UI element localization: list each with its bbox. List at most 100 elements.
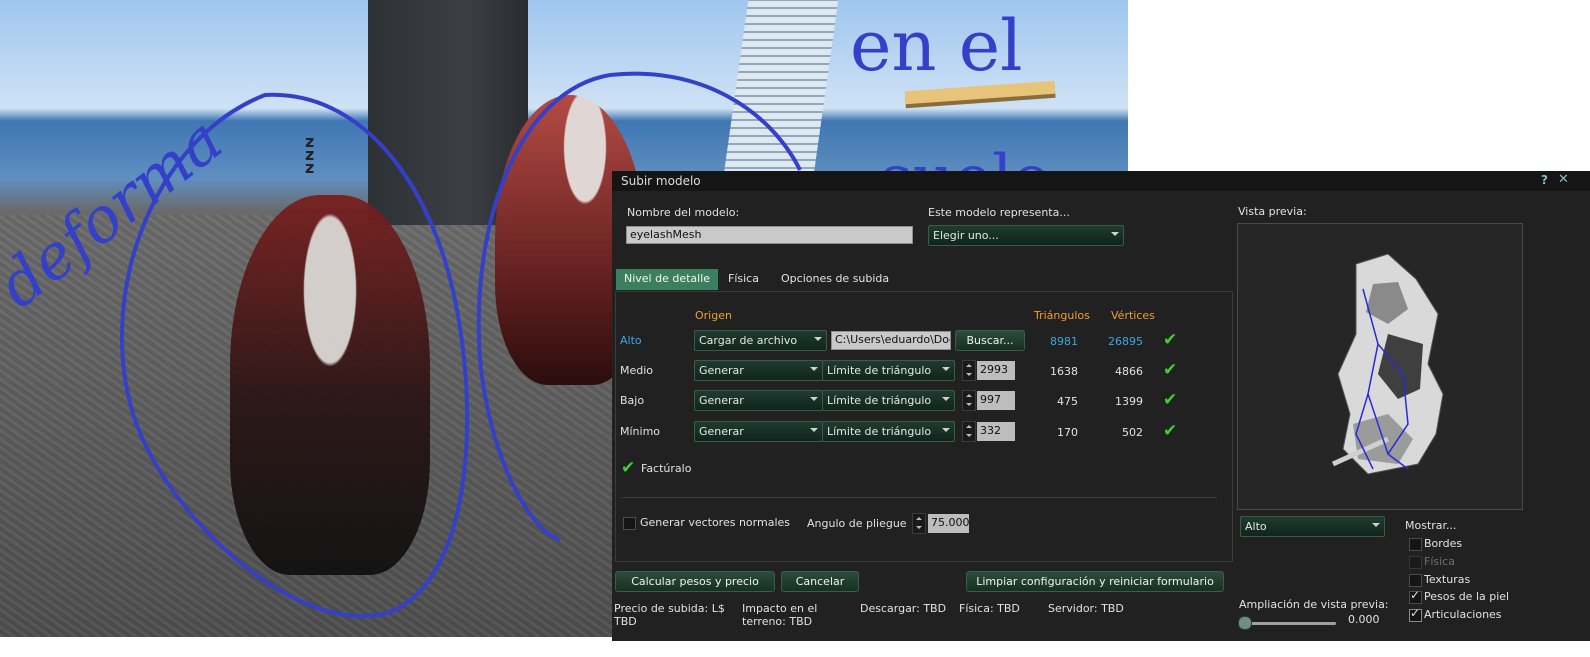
- show-physics-label: Física: [1424, 555, 1455, 568]
- lod-source-value: Cargar de archivo: [699, 334, 798, 347]
- lod-mode-dropdown-medio[interactable]: Límite de triángulo: [822, 360, 955, 381]
- lod-mode-dropdown-minimo[interactable]: Límite de triángulo: [822, 421, 955, 442]
- show-edges-label: Bordes: [1424, 537, 1463, 550]
- server-text: Servidor: TBD: [1048, 602, 1124, 615]
- lod-mode-value: Límite de triángulo: [827, 425, 932, 438]
- download-text: Descargar: TBD: [860, 602, 947, 615]
- show-textures-checkbox[interactable]: [1409, 574, 1422, 587]
- factor-label: Factúralo: [641, 462, 692, 475]
- represents-label: Este modelo representa...: [928, 206, 1070, 219]
- show-edges-checkbox[interactable]: [1409, 538, 1422, 551]
- window-title: Subir modelo: [621, 174, 701, 188]
- preview-label: Vista previa:: [1238, 205, 1307, 218]
- tab-opciones-de-subida[interactable]: Opciones de subida: [773, 269, 897, 290]
- lod-file-path-input[interactable]: C:\Users\eduardo\Doc: [831, 331, 951, 350]
- triangles-alto: 8981: [1050, 335, 1078, 348]
- represents-value: Elegir uno...: [933, 229, 999, 242]
- lod-source-dropdown-minimo[interactable]: Generar: [694, 421, 823, 442]
- land-impact-text: Impacto en el terreno: TBD: [742, 602, 818, 628]
- spin-down-icon[interactable]: [916, 526, 922, 529]
- triangles-medio: 1638: [1050, 365, 1078, 378]
- vertices-bajo: 1399: [1115, 395, 1143, 408]
- tab-nivel-de-detalle[interactable]: Nivel de detalle: [616, 269, 719, 290]
- lod-row-name-medio: Medio: [620, 364, 654, 377]
- help-icon[interactable]: ?: [1541, 173, 1548, 187]
- cancel-button[interactable]: Cancelar: [781, 571, 859, 592]
- generate-normals-label: Generar vectores normales: [640, 516, 790, 529]
- checkmark-icon: ✔: [1163, 421, 1178, 441]
- preview-zoom-value: 0.000: [1348, 613, 1380, 626]
- crease-angle-label: Angulo de pliegue: [807, 517, 907, 530]
- lod-mode-dropdown-bajo[interactable]: Límite de triángulo: [822, 390, 955, 411]
- vertices-medio: 4866: [1115, 365, 1143, 378]
- tab-fisica[interactable]: Física: [720, 269, 767, 290]
- handwriting-deforma: deforma: [0, 103, 236, 322]
- limit-spinner-bajo[interactable]: [962, 390, 976, 411]
- lod-source-dropdown-bajo[interactable]: Generar: [694, 390, 823, 411]
- show-skin-weights-label: Pesos de la piel: [1424, 590, 1510, 603]
- limit-input-bajo[interactable]: 997: [977, 391, 1015, 410]
- close-icon[interactable]: ✕: [1558, 172, 1569, 187]
- show-skin-weights-checkbox[interactable]: [1409, 588, 1422, 604]
- show-joints-checkbox[interactable]: [1409, 606, 1422, 622]
- model-name-input[interactable]: eyelashMesh: [626, 226, 913, 244]
- preview-zoom-slider[interactable]: [1244, 622, 1336, 625]
- lod-source-value: Generar: [699, 364, 744, 377]
- show-textures-label: Texturas: [1424, 573, 1471, 586]
- model-name-label: Nombre del modelo:: [627, 206, 740, 219]
- spin-up-icon[interactable]: [966, 364, 972, 367]
- show-physics-checkbox[interactable]: [1409, 556, 1422, 569]
- slider-handle[interactable]: [1238, 616, 1252, 630]
- checkmark-icon: ✔: [1163, 390, 1178, 410]
- upload-model-floater: Subir modelo ? ✕ Nombre del modelo: eyel…: [612, 171, 1590, 641]
- generate-normals-checkbox[interactable]: [623, 517, 636, 530]
- show-joints-label: Articulaciones: [1424, 608, 1502, 621]
- preview-lod-dropdown[interactable]: Alto: [1240, 516, 1385, 537]
- model-preview[interactable]: [1237, 223, 1523, 510]
- calculate-weights-button[interactable]: Calcular pesos y precio: [615, 571, 775, 592]
- chevron-down-icon: [810, 428, 818, 432]
- lod-mode-value: Límite de triángulo: [827, 394, 932, 407]
- chevron-down-icon: [1111, 232, 1119, 236]
- limit-input-medio[interactable]: 2993: [977, 361, 1015, 380]
- preview-zoom-label: Ampliación de vista previa:: [1239, 598, 1389, 611]
- crease-angle-spinner[interactable]: [912, 513, 926, 534]
- vertices-alto: 26895: [1108, 335, 1143, 348]
- checkmark-icon: ✔: [1163, 330, 1178, 350]
- handwriting-en-el: en el: [850, 5, 1023, 87]
- browse-button[interactable]: Buscar...: [955, 330, 1025, 351]
- limit-spinner-medio[interactable]: [962, 360, 976, 381]
- spin-down-icon[interactable]: [966, 373, 972, 376]
- limit-spinner-minimo[interactable]: [962, 421, 976, 442]
- header-source: Origen: [695, 309, 732, 322]
- lod-source-dropdown-alto[interactable]: Cargar de archivo: [694, 330, 827, 351]
- preview-mesh: [1331, 253, 1444, 475]
- factor-checkbox-icon[interactable]: ✔: [621, 458, 635, 478]
- chevron-down-icon: [942, 428, 950, 432]
- spin-up-icon[interactable]: [916, 517, 922, 520]
- chevron-down-icon: [1372, 523, 1380, 527]
- spin-up-icon[interactable]: [966, 425, 972, 428]
- lod-source-dropdown-medio[interactable]: Generar: [694, 360, 823, 381]
- title-bar[interactable]: Subir modelo ? ✕: [612, 171, 1590, 191]
- spin-down-icon[interactable]: [966, 434, 972, 437]
- chevron-down-icon: [810, 397, 818, 401]
- crease-angle-input[interactable]: 75.000: [928, 514, 970, 533]
- show-label: Mostrar...: [1405, 519, 1457, 532]
- preview-model-render: [1331, 253, 1444, 475]
- triangles-minimo: 170: [1057, 426, 1078, 439]
- header-triangles: Triángulos: [1034, 309, 1090, 322]
- upload-price-text: Precio de subida: L$ TBD: [614, 602, 725, 628]
- represents-dropdown[interactable]: Elegir uno...: [928, 225, 1124, 246]
- lod-row-name-bajo: Bajo: [620, 394, 645, 407]
- lod-row-name-alto: Alto: [620, 334, 642, 347]
- chevron-down-icon: [814, 337, 822, 341]
- spin-up-icon[interactable]: [966, 394, 972, 397]
- chevron-down-icon: [942, 367, 950, 371]
- physics-text: Física: TBD: [959, 602, 1020, 615]
- lod-row-name-minimo: Mínimo: [620, 425, 661, 438]
- reset-form-button[interactable]: Limpiar configuración y reiniciar formul…: [966, 571, 1224, 592]
- header-vertices: Vértices: [1111, 309, 1155, 322]
- limit-input-minimo[interactable]: 332: [977, 422, 1015, 441]
- spin-down-icon[interactable]: [966, 403, 972, 406]
